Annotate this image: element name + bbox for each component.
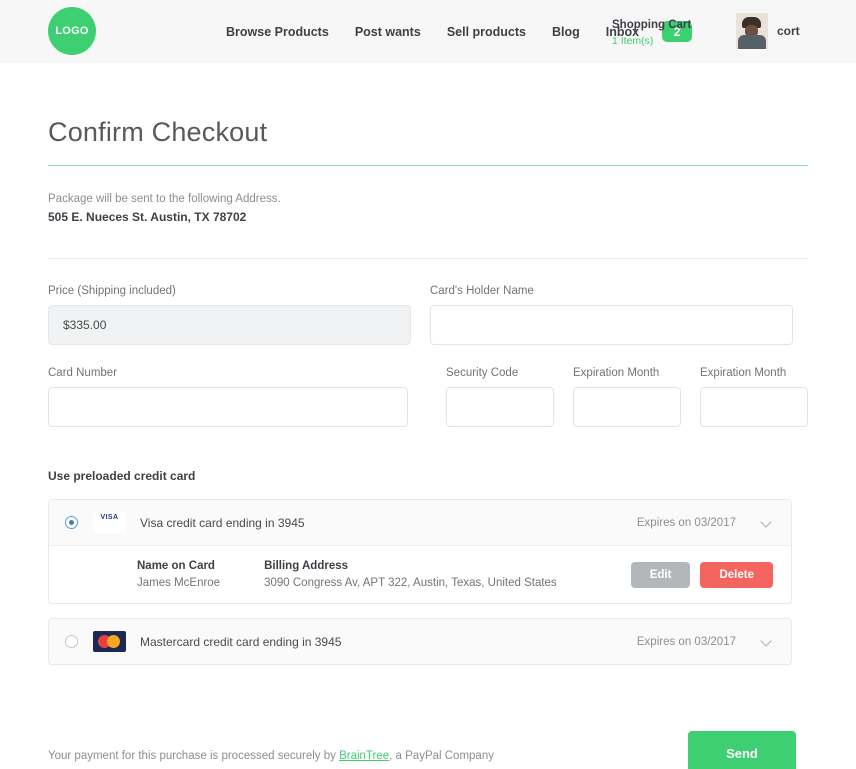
checkout-page: Confirm Checkout Package will be sent to… xyxy=(0,63,856,769)
nav-item-sell-products[interactable]: Sell products xyxy=(447,25,526,39)
card-holder-name-input[interactable] xyxy=(430,305,793,345)
card-number-input[interactable] xyxy=(48,387,408,427)
secure-note-suffix: , a PayPal Company xyxy=(389,750,494,762)
site-header: LOGO Browse Products Post wants Sell pro… xyxy=(0,0,856,63)
saved-card-visa: VISA Visa credit card ending in 3945 Exp… xyxy=(48,499,792,604)
price-input xyxy=(48,305,411,345)
billing-address-group: Billing Address 3090 Congress Av, APT 32… xyxy=(264,560,557,589)
form-row-2: Card Number Security Code Expiration Mon… xyxy=(48,367,808,427)
avatar-body xyxy=(738,35,766,49)
nav-item-post-wants[interactable]: Post wants xyxy=(355,25,421,39)
saved-card-visa-radio[interactable] xyxy=(65,516,78,529)
saved-card-actions: Edit Delete xyxy=(630,561,773,588)
expiration-year-label: Expiration Month xyxy=(700,367,787,379)
billing-address-label: Billing Address xyxy=(264,560,349,572)
name-on-card-group: Name on Card James McEnroe xyxy=(137,560,220,589)
secure-payment-note: Your payment for this purchase is proces… xyxy=(48,750,494,762)
edit-card-button[interactable]: Edit xyxy=(630,561,691,588)
price-field-group: Price (Shipping included) xyxy=(48,285,411,345)
expiration-month-input[interactable] xyxy=(573,387,681,427)
section-divider xyxy=(48,258,808,259)
saved-card-mastercard: Mastercard credit card ending in 3945 Ex… xyxy=(48,618,792,665)
mastercard-icon-yellow-circle xyxy=(107,635,120,648)
visa-icon: VISA xyxy=(93,512,126,533)
preloaded-cards-title: Use preloaded credit card xyxy=(48,469,196,483)
send-button[interactable]: Send xyxy=(688,731,796,769)
expiration-year-field-group: Expiration Month xyxy=(700,367,808,427)
saved-card-visa-expires: Expires on 03/2017 xyxy=(636,516,736,529)
billing-address-value: 3090 Congress Av, APT 322, Austin, Texas… xyxy=(264,577,557,589)
saved-card-visa-details: Name on Card James McEnroe Billing Addre… xyxy=(49,545,791,603)
saved-card-mastercard-radio[interactable] xyxy=(65,635,78,648)
payment-form: Price (Shipping included) Card's Holder … xyxy=(48,285,808,427)
chevron-down-icon[interactable] xyxy=(762,636,773,647)
expiration-month-label: Expiration Month xyxy=(573,367,660,379)
user-menu[interactable]: cort xyxy=(736,13,800,49)
security-code-input[interactable] xyxy=(446,387,554,427)
visa-icon-text: VISA xyxy=(93,512,126,523)
avatar xyxy=(736,13,768,49)
secure-note-prefix: Your payment for this purchase is proces… xyxy=(48,750,340,762)
user-name: cort xyxy=(777,24,800,38)
delete-card-button[interactable]: Delete xyxy=(700,561,773,588)
mastercard-icon xyxy=(93,631,126,652)
saved-card-visa-header[interactable]: VISA Visa credit card ending in 3945 Exp… xyxy=(49,500,791,545)
security-code-label: Security Code xyxy=(446,367,519,379)
name-on-card-value: James McEnroe xyxy=(137,577,221,589)
logo-text: LOGO xyxy=(55,25,89,37)
shopping-cart-title: Shopping Cart xyxy=(612,19,692,31)
nav-item-blog[interactable]: Blog xyxy=(552,25,580,39)
chevron-down-icon[interactable] xyxy=(762,517,773,528)
security-code-field-group: Security Code xyxy=(446,367,554,427)
shipping-address: 505 E. Nueces St. Austin, TX 78702 xyxy=(48,210,247,224)
checkout-footer: Your payment for this purchase is proces… xyxy=(48,731,808,769)
card-extra-fields: Security Code Expiration Month Expiratio… xyxy=(446,367,808,427)
page-title: Confirm Checkout xyxy=(48,117,268,147)
expiration-month-field-group: Expiration Month xyxy=(573,367,681,427)
card-holder-name-label: Card's Holder Name xyxy=(430,285,534,297)
card-number-label: Card Number xyxy=(48,367,118,379)
shopping-cart[interactable]: Shopping Cart 1 Item(s) xyxy=(612,18,691,48)
nav-item-browse-products[interactable]: Browse Products xyxy=(226,25,329,39)
expiration-year-input[interactable] xyxy=(700,387,808,427)
preloaded-card-list: VISA Visa credit card ending in 3945 Exp… xyxy=(48,499,792,665)
card-number-field-group: Card Number xyxy=(48,367,408,427)
site-logo[interactable]: LOGO xyxy=(48,7,96,55)
saved-card-mastercard-header[interactable]: Mastercard credit card ending in 3945 Ex… xyxy=(49,619,791,664)
name-on-card-label: Name on Card xyxy=(137,560,215,572)
saved-card-mastercard-label: Mastercard credit card ending in 3945 xyxy=(140,634,342,649)
price-label: Price (Shipping included) xyxy=(48,285,176,297)
saved-card-mastercard-expires: Expires on 03/2017 xyxy=(636,635,736,648)
shipping-note: Package will be sent to the following Ad… xyxy=(48,193,281,205)
braintree-link[interactable]: BrainTree xyxy=(339,750,389,762)
form-row-1: Price (Shipping included) Card's Holder … xyxy=(48,285,808,345)
holder-field-group: Card's Holder Name xyxy=(430,285,793,345)
saved-card-visa-label: Visa credit card ending in 3945 xyxy=(140,515,305,530)
title-underline xyxy=(48,165,808,166)
shopping-cart-item-count: 1 Item(s) xyxy=(612,34,654,47)
